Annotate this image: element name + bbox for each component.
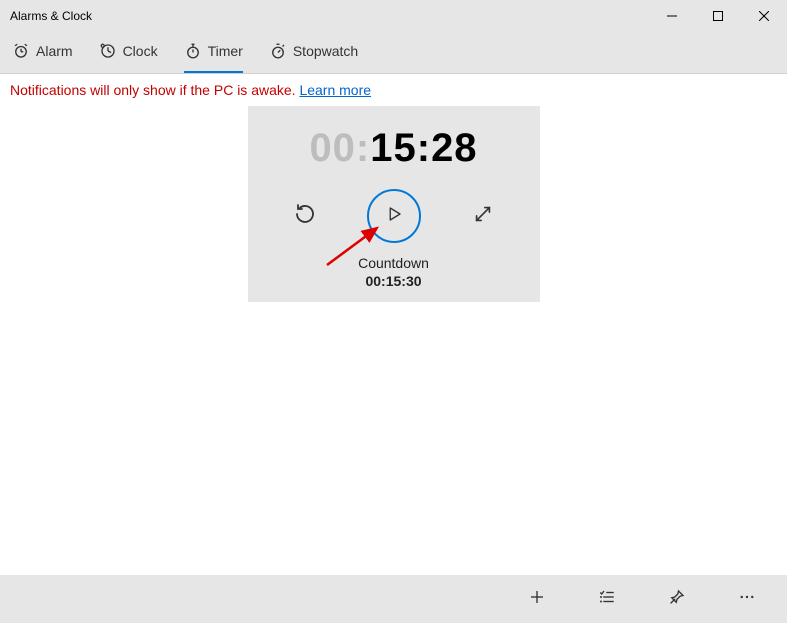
learn-more-link[interactable]: Learn more [299, 82, 371, 98]
timer-card[interactable]: 00:15:28 [248, 106, 540, 302]
main-area: 00:15:28 [0, 106, 787, 302]
tab-alarm-label: Alarm [36, 43, 73, 59]
play-button[interactable] [367, 189, 421, 243]
clock-icon [99, 42, 117, 60]
tab-stopwatch-label: Stopwatch [293, 43, 358, 59]
select-list-icon [598, 588, 616, 611]
ellipsis-icon [738, 588, 756, 611]
play-icon [385, 205, 403, 228]
expand-icon [472, 203, 494, 230]
time-display[interactable]: 00:15:28 [309, 126, 477, 171]
more-button[interactable] [727, 579, 767, 619]
timer-set-time: 00:15:30 [358, 273, 429, 289]
tab-clock-label: Clock [123, 43, 158, 59]
maximize-button[interactable] [695, 0, 741, 32]
notification-text: Notifications will only show if the PC i… [10, 82, 299, 98]
time-hours-dim: 00: [309, 126, 370, 170]
select-button[interactable] [587, 579, 627, 619]
close-button[interactable] [741, 0, 787, 32]
pin-button[interactable] [657, 579, 697, 619]
tab-clock[interactable]: Clock [99, 32, 158, 73]
plus-icon [528, 588, 546, 611]
tab-timer[interactable]: Timer [184, 32, 243, 73]
tab-bar: Alarm Clock Timer Stopwatch [0, 32, 787, 74]
reset-icon [293, 202, 317, 231]
timer-icon [184, 42, 202, 60]
titlebar: Alarms & Clock [0, 0, 787, 32]
time-minsec: 15:28 [370, 126, 477, 170]
timer-meta: Countdown 00:15:30 [358, 255, 429, 289]
bottom-toolbar [0, 575, 787, 623]
window-title: Alarms & Clock [10, 9, 92, 23]
timer-label: Countdown [358, 255, 429, 271]
tab-timer-label: Timer [208, 43, 243, 59]
alarm-icon [12, 42, 30, 60]
window-controls [649, 0, 787, 32]
timer-controls [291, 189, 497, 243]
tab-alarm[interactable]: Alarm [12, 32, 73, 73]
pin-icon [668, 588, 686, 611]
minimize-button[interactable] [649, 0, 695, 32]
reset-button[interactable] [291, 202, 319, 230]
add-button[interactable] [517, 579, 557, 619]
notification-bar: Notifications will only show if the PC i… [0, 74, 787, 106]
tab-stopwatch[interactable]: Stopwatch [269, 32, 358, 73]
expand-button[interactable] [469, 202, 497, 230]
stopwatch-icon [269, 42, 287, 60]
